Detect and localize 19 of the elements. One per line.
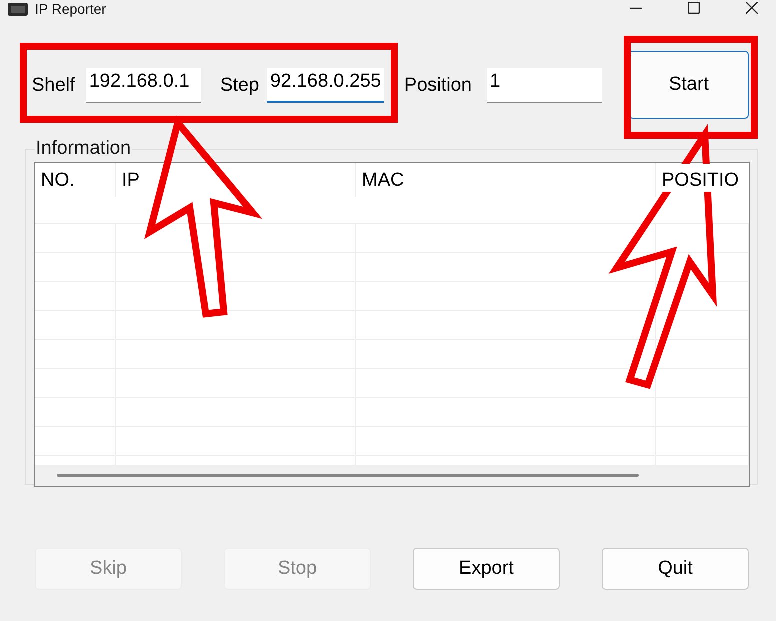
input-field[interactable]: 192.168.0.1 (86, 68, 202, 103)
close-icon[interactable] (746, 2, 758, 14)
field-label: Step (220, 75, 260, 97)
input-field[interactable]: 1 (487, 68, 602, 103)
column-header[interactable]: IP (116, 163, 356, 197)
action-button[interactable]: Export (413, 548, 560, 590)
start-button[interactable]: Start (629, 51, 750, 119)
input-field[interactable]: 92.168.0.255 (267, 68, 384, 103)
window-title: IP Reporter (35, 1, 106, 17)
field-label: Shelf (32, 75, 76, 97)
app-icon (8, 2, 28, 16)
field-label: Position (404, 75, 472, 97)
scrollbar[interactable] (35, 465, 749, 486)
action-button[interactable]: Quit (602, 548, 749, 590)
data-table[interactable]: NO. IP MAC POSITIO (34, 162, 750, 487)
column-header[interactable]: NO. (35, 163, 116, 197)
scrollbar-thumb[interactable] (57, 474, 639, 477)
maximize-icon[interactable] (688, 2, 700, 14)
group-title: Information (35, 140, 132, 158)
